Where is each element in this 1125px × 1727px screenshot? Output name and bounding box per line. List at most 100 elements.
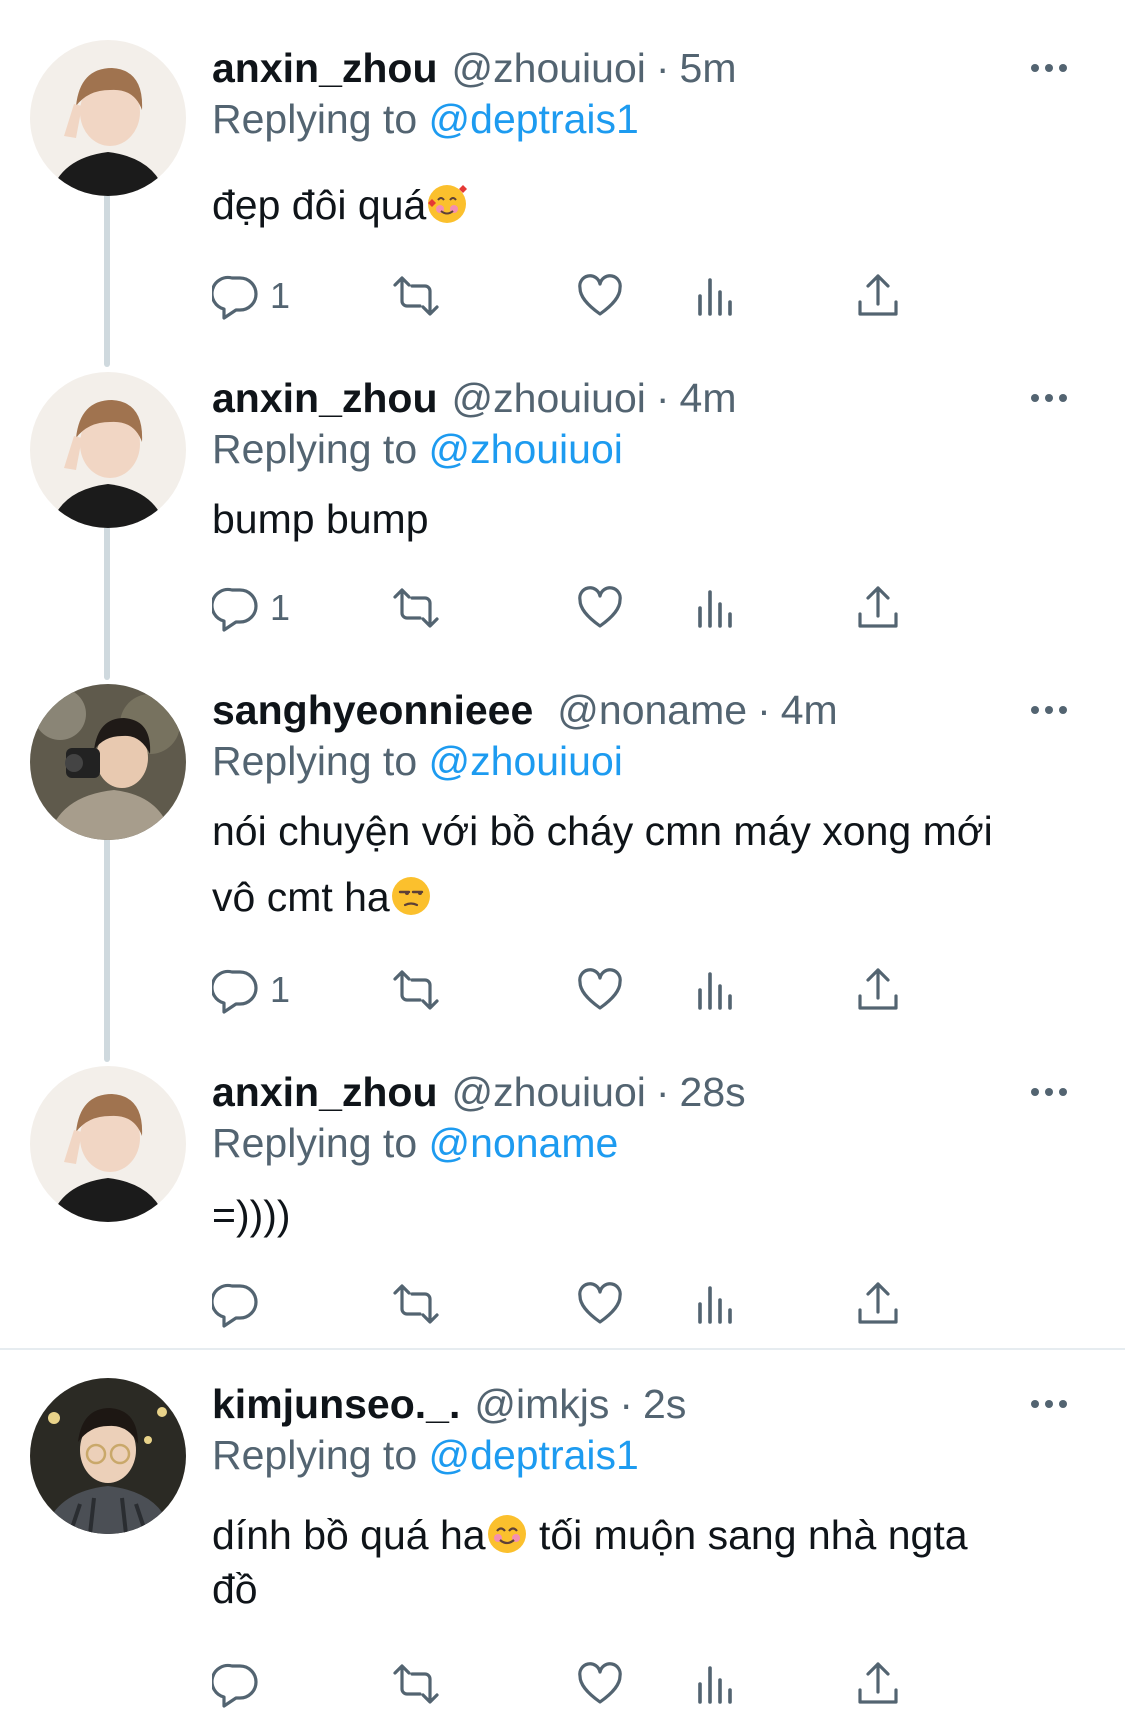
reply-icon bbox=[212, 1283, 258, 1328]
reply-button[interactable]: 1 bbox=[212, 962, 290, 1018]
like-button[interactable] bbox=[576, 268, 624, 324]
reply-count: 1 bbox=[270, 587, 291, 628]
separator-dot: · bbox=[655, 44, 670, 91]
like-button[interactable] bbox=[576, 580, 624, 636]
tweet-text-line: tối muộn sang nhà ngta bbox=[527, 1512, 968, 1558]
reply-button[interactable] bbox=[212, 1276, 270, 1332]
tweet-actions: 1 bbox=[212, 268, 1012, 324]
display-name[interactable]: anxin_zhou bbox=[212, 375, 438, 422]
more-icon[interactable] bbox=[1021, 690, 1077, 730]
display-name[interactable]: anxin_zhou bbox=[212, 45, 438, 92]
tweet-text: bump bump bbox=[212, 486, 1072, 552]
reply-icon bbox=[212, 1663, 258, 1708]
like-button[interactable] bbox=[576, 962, 624, 1018]
more-icon[interactable] bbox=[1021, 378, 1077, 418]
replying-to: Replying to @deptrais1 bbox=[212, 1432, 639, 1479]
views-icon bbox=[698, 1666, 732, 1704]
retweet-icon bbox=[393, 276, 439, 316]
retweet-button[interactable] bbox=[392, 1656, 440, 1712]
retweet-icon bbox=[393, 1664, 439, 1704]
reply-button[interactable] bbox=[212, 1656, 270, 1712]
mention-link[interactable]: @zhouiuoi bbox=[429, 738, 623, 784]
mention-link[interactable]: @zhouiuoi bbox=[429, 426, 623, 472]
reply-icon bbox=[212, 587, 258, 632]
reply-tweet[interactable]: anxin_zhou @zhouiuoi · 5m Replying to @d… bbox=[0, 0, 1125, 330]
share-button[interactable] bbox=[854, 962, 902, 1018]
smiling-face-with-smiling-eyes-icon bbox=[487, 1515, 526, 1553]
share-button[interactable] bbox=[854, 268, 902, 324]
retweet-button[interactable] bbox=[392, 268, 440, 324]
views-icon bbox=[698, 972, 732, 1010]
avatar[interactable] bbox=[30, 1378, 186, 1534]
user-handle[interactable]: @zhouiuoi bbox=[452, 375, 646, 422]
smiling-face-with-hearts-icon bbox=[428, 185, 468, 223]
mention-link[interactable]: @deptrais1 bbox=[429, 96, 639, 142]
tweet-actions bbox=[212, 1276, 1012, 1332]
more-icon[interactable] bbox=[1021, 48, 1077, 88]
share-button[interactable] bbox=[854, 1656, 902, 1712]
display-name[interactable]: anxin_zhou bbox=[212, 1069, 438, 1116]
tweet-text: =)))) bbox=[212, 1182, 1072, 1248]
timestamp[interactable]: 4m bbox=[781, 687, 838, 734]
views-icon bbox=[698, 278, 732, 316]
timestamp[interactable]: 5m bbox=[680, 45, 737, 92]
avatar[interactable] bbox=[30, 40, 186, 196]
reply-button[interactable]: 1 bbox=[212, 268, 290, 324]
reply-icon bbox=[212, 969, 258, 1014]
like-button[interactable] bbox=[576, 1656, 624, 1712]
retweet-icon bbox=[393, 588, 439, 628]
retweet-button[interactable] bbox=[392, 1276, 440, 1332]
replying-to: Replying to @zhouiuoi bbox=[212, 426, 623, 473]
mention-link[interactable]: @deptrais1 bbox=[429, 1432, 639, 1478]
share-icon bbox=[858, 586, 898, 628]
tweet-text: nói chuyện với bồ cháy cmn máy xong mới … bbox=[212, 798, 1072, 930]
views-button[interactable] bbox=[690, 962, 738, 1018]
tweet-text-line: dính bồ quá ha bbox=[212, 1512, 486, 1558]
timestamp[interactable]: 28s bbox=[680, 1069, 746, 1116]
views-button[interactable] bbox=[690, 580, 738, 636]
retweet-button[interactable] bbox=[392, 580, 440, 636]
replying-to: Replying to @deptrais1 bbox=[212, 96, 639, 143]
display-name[interactable]: sanghyeonnieee bbox=[212, 687, 533, 734]
tweet-text: dính bồ quá ha tối muộn sang nhà ngta đồ bbox=[212, 1508, 1072, 1616]
tweet-text-line: nói chuyện với bồ cháy cmn máy xong mới bbox=[212, 808, 993, 854]
reply-button[interactable]: 1 bbox=[212, 580, 290, 636]
tweet-actions: 1 bbox=[212, 962, 1012, 1018]
thread-line bbox=[104, 812, 110, 1062]
display-name[interactable]: kimjunseo._. bbox=[212, 1381, 460, 1428]
tweet-text-content: bump bump bbox=[212, 496, 429, 542]
user-handle[interactable]: @zhouiuoi bbox=[452, 45, 646, 92]
separator-dot: · bbox=[619, 1380, 634, 1427]
user-handle[interactable]: @zhouiuoi bbox=[452, 1069, 646, 1116]
views-button[interactable] bbox=[690, 268, 738, 324]
like-icon bbox=[578, 586, 622, 628]
avatar[interactable] bbox=[30, 372, 186, 528]
mention-link[interactable]: @noname bbox=[429, 1120, 619, 1166]
share-button[interactable] bbox=[854, 1276, 902, 1332]
like-icon bbox=[578, 1662, 622, 1704]
timestamp[interactable]: 4m bbox=[680, 375, 737, 422]
views-button[interactable] bbox=[690, 1656, 738, 1712]
views-button[interactable] bbox=[690, 1276, 738, 1332]
timestamp[interactable]: 2s bbox=[643, 1381, 686, 1428]
avatar[interactable] bbox=[30, 684, 186, 840]
tweet-actions: 1 bbox=[212, 580, 1012, 636]
user-handle[interactable]: @noname bbox=[557, 687, 747, 734]
share-icon bbox=[858, 274, 898, 316]
tweet-text-line: đồ bbox=[212, 1566, 258, 1612]
more-icon[interactable] bbox=[1021, 1072, 1077, 1112]
reply-icon bbox=[212, 275, 258, 320]
tweet-text: đẹp đôi quá bbox=[212, 172, 1072, 238]
replying-to-label: Replying to bbox=[212, 738, 418, 784]
separator-dot: · bbox=[655, 374, 670, 421]
views-icon bbox=[698, 590, 732, 628]
share-button[interactable] bbox=[854, 580, 902, 636]
retweet-button[interactable] bbox=[392, 962, 440, 1018]
avatar[interactable] bbox=[30, 1066, 186, 1222]
more-icon[interactable] bbox=[1021, 1384, 1077, 1424]
replying-to-label: Replying to bbox=[212, 426, 418, 472]
separator-dot: · bbox=[757, 686, 771, 733]
tweet-text-line: vô cmt ha bbox=[212, 874, 390, 920]
like-button[interactable] bbox=[576, 1276, 624, 1332]
user-handle[interactable]: @imkjs bbox=[474, 1381, 609, 1428]
